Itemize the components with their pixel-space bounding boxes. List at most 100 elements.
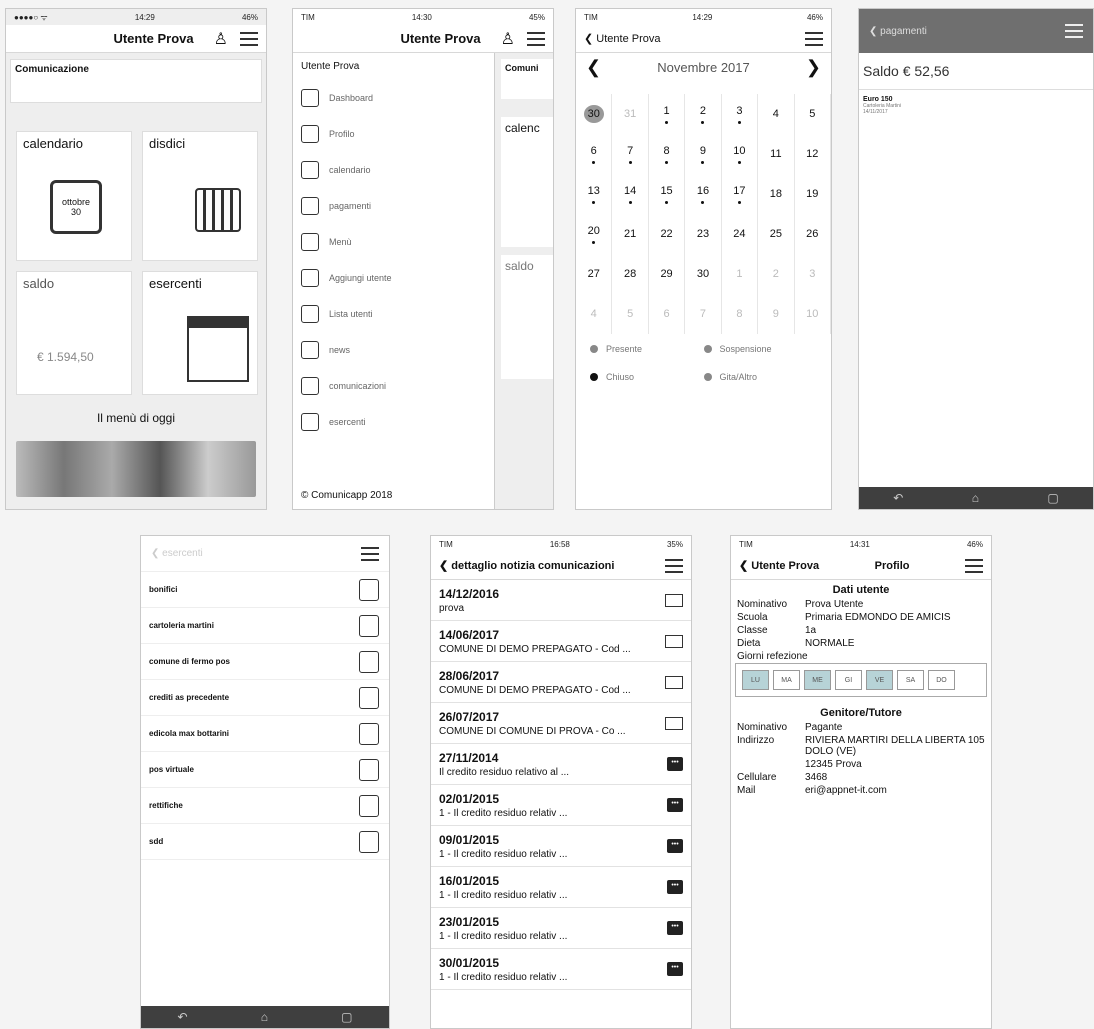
- day-toggle[interactable]: DO: [928, 670, 955, 690]
- calendar-day[interactable]: 8: [649, 134, 686, 174]
- back-icon[interactable]: ↶: [178, 1010, 188, 1024]
- calendar-day[interactable]: 1: [722, 254, 759, 294]
- list-item[interactable]: edicola max bottarini: [141, 716, 389, 752]
- list-item[interactable]: sdd: [141, 824, 389, 860]
- map-pin-icon[interactable]: [359, 830, 379, 853]
- calendar-day[interactable]: 2: [758, 254, 795, 294]
- map-pin-icon[interactable]: [359, 614, 379, 637]
- calendar-day[interactable]: 22: [649, 214, 686, 254]
- calendar-day[interactable]: 25: [758, 214, 795, 254]
- list-item[interactable]: 14/06/2017 COMUNE DI DEMO PREPAGATO - Cod…: [431, 621, 691, 662]
- map-pin-icon[interactable]: [359, 794, 379, 817]
- hamburger-menu-icon[interactable]: [361, 546, 379, 561]
- calendar-day[interactable]: 7: [612, 134, 649, 174]
- menu-item[interactable]: comunicazioni: [293, 368, 494, 404]
- menu-item[interactable]: Aggiungi utente: [293, 260, 494, 296]
- menu-item[interactable]: Profilo: [293, 116, 494, 152]
- calendar-day[interactable]: 18: [758, 174, 795, 214]
- tile-saldo[interactable]: saldo € 1.594,50: [16, 271, 132, 395]
- calendar-day[interactable]: 10: [795, 294, 831, 334]
- calendar-day[interactable]: 8: [722, 294, 759, 334]
- calendar-day[interactable]: 1: [649, 94, 686, 134]
- list-item[interactable]: comune di fermo pos: [141, 644, 389, 680]
- back-button[interactable]: ❮ dettaglio notizia comunicazioni: [439, 559, 614, 572]
- envelope-icon[interactable]: [665, 716, 683, 730]
- user-icon[interactable]: ♙: [501, 29, 515, 49]
- recents-icon[interactable]: ▢: [341, 1010, 352, 1024]
- calendar-day[interactable]: 2: [685, 94, 722, 134]
- map-pin-icon[interactable]: [359, 758, 379, 781]
- list-item[interactable]: rettifiche: [141, 788, 389, 824]
- prev-month-icon[interactable]: ❮: [586, 57, 601, 78]
- next-month-icon[interactable]: ❯: [806, 57, 821, 78]
- map-pin-icon[interactable]: [359, 722, 379, 745]
- chat-icon[interactable]: •••: [667, 962, 683, 976]
- list-item[interactable]: 16/01/2015 1 - Il credito residuo relativ…: [431, 867, 691, 908]
- calendar-day[interactable]: 11: [758, 134, 795, 174]
- back-button[interactable]: ❮ Utente Prova: [584, 32, 660, 45]
- chat-icon[interactable]: •••: [667, 798, 683, 812]
- user-icon[interactable]: ♙: [214, 29, 228, 49]
- back-button[interactable]: ❮ esercenti: [151, 548, 203, 559]
- back-icon[interactable]: ↶: [893, 491, 903, 505]
- calendar-day[interactable]: 7: [685, 294, 722, 334]
- list-item[interactable]: crediti as precedente: [141, 680, 389, 716]
- envelope-icon[interactable]: [665, 593, 683, 607]
- calendar-day[interactable]: 27: [576, 254, 613, 294]
- list-item[interactable]: 26/07/2017 COMUNE DI COMUNE DI PROVA - Co…: [431, 703, 691, 744]
- hamburger-menu-icon[interactable]: [240, 31, 258, 46]
- calendar-day[interactable]: 6: [576, 134, 613, 174]
- calendar-day[interactable]: 30: [576, 94, 613, 134]
- calendar-day[interactable]: 14: [612, 174, 649, 214]
- payment-entry[interactable]: Euro 150 Cartoleria Martini 14/11/2017: [859, 90, 1093, 121]
- list-item[interactable]: 14/12/2016 prova: [431, 580, 691, 621]
- chat-icon[interactable]: •••: [667, 839, 683, 853]
- list-item[interactable]: cartoleria martini: [141, 608, 389, 644]
- list-item[interactable]: 23/01/2015 1 - Il credito residuo relativ…: [431, 908, 691, 949]
- list-item[interactable]: 02/01/2015 1 - Il credito residuo relativ…: [431, 785, 691, 826]
- chat-icon[interactable]: •••: [667, 757, 683, 771]
- list-item[interactable]: 09/01/2015 1 - Il credito residuo relativ…: [431, 826, 691, 867]
- hamburger-menu-icon[interactable]: [805, 31, 823, 46]
- calendar-day[interactable]: 3: [795, 254, 831, 294]
- list-item[interactable]: 30/01/2015 1 - Il credito residuo relativ…: [431, 949, 691, 990]
- back-button[interactable]: ❮ Utente Prova: [739, 559, 819, 572]
- map-pin-icon[interactable]: [359, 686, 379, 709]
- calendar-day[interactable]: 6: [649, 294, 686, 334]
- calendar-day[interactable]: 16: [685, 174, 722, 214]
- calendar-day[interactable]: 23: [685, 214, 722, 254]
- menu-item[interactable]: calendario: [293, 152, 494, 188]
- calendar-day[interactable]: 3: [722, 94, 759, 134]
- envelope-icon[interactable]: [665, 634, 683, 648]
- calendar-day[interactable]: 28: [612, 254, 649, 294]
- calendar-day[interactable]: 13: [576, 174, 613, 214]
- envelope-icon[interactable]: [665, 675, 683, 689]
- list-item[interactable]: pos virtuale: [141, 752, 389, 788]
- comunicazione-box[interactable]: Comunicazione: [10, 59, 262, 103]
- home-icon[interactable]: ⌂: [972, 491, 979, 505]
- food-strip[interactable]: [16, 441, 256, 497]
- tile-disdici[interactable]: disdici: [142, 131, 258, 261]
- menu-item[interactable]: Lista utenti: [293, 296, 494, 332]
- calendar-day[interactable]: 26: [795, 214, 831, 254]
- list-item[interactable]: bonifici: [141, 572, 389, 608]
- calendar-day[interactable]: 4: [576, 294, 613, 334]
- calendar-day[interactable]: 5: [795, 94, 831, 134]
- calendar-day[interactable]: 24: [722, 214, 759, 254]
- menu-item[interactable]: esercenti: [293, 404, 494, 440]
- home-icon[interactable]: ⌂: [261, 1010, 268, 1024]
- day-toggle[interactable]: MA: [773, 670, 800, 690]
- day-toggle[interactable]: GI: [835, 670, 862, 690]
- calendar-day[interactable]: 4: [758, 94, 795, 134]
- hamburger-menu-icon[interactable]: [527, 31, 545, 46]
- calendar-day[interactable]: 20: [576, 214, 613, 254]
- map-pin-icon[interactable]: [359, 578, 379, 601]
- calendar-day[interactable]: 12: [795, 134, 831, 174]
- calendar-day[interactable]: 29: [649, 254, 686, 294]
- chat-icon[interactable]: •••: [667, 921, 683, 935]
- list-item[interactable]: 28/06/2017 COMUNE DI DEMO PREPAGATO - Cod…: [431, 662, 691, 703]
- menu-item[interactable]: Menù: [293, 224, 494, 260]
- calendar-day[interactable]: 9: [685, 134, 722, 174]
- chat-icon[interactable]: •••: [667, 880, 683, 894]
- day-toggle[interactable]: SA: [897, 670, 924, 690]
